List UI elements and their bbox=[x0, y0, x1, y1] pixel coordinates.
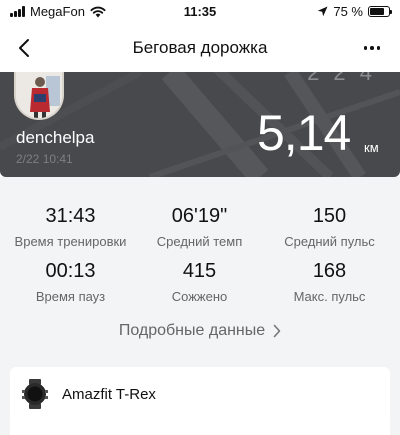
next-card bbox=[10, 421, 390, 435]
stat-value: 06'19" bbox=[171, 205, 228, 227]
stat-label: Средний темп bbox=[156, 234, 243, 249]
stat-training-time: 31:43 Время тренировки bbox=[4, 205, 137, 249]
device-name: Amazfit T-Rex bbox=[62, 386, 156, 403]
details-link[interactable]: Подробные данные bbox=[0, 322, 400, 340]
stat-max-heart-rate: 168 Макс. пульс bbox=[263, 260, 396, 304]
status-bar: MegaFon 11:35 75 % bbox=[0, 0, 400, 24]
details-link-label: Подробные данные bbox=[118, 322, 266, 339]
page-title: Беговая дорожка bbox=[132, 38, 268, 57]
stat-label: Время тренировки bbox=[14, 234, 127, 249]
device-card[interactable]: Amazfit T-Rex bbox=[10, 367, 390, 427]
device-section: Amazfit T-Rex bbox=[0, 359, 400, 435]
cropped-text: 2 2 4 bbox=[307, 72, 376, 85]
signal-icon bbox=[10, 6, 25, 17]
stat-label: Сожжено bbox=[171, 289, 228, 304]
carrier-name: MegaFon bbox=[30, 4, 85, 19]
stat-value: 00:13 bbox=[45, 260, 96, 282]
stat-average-heart-rate: 150 Средний пульс bbox=[263, 205, 396, 249]
chevron-right-icon bbox=[273, 324, 281, 338]
distance-value: 5,14 bbox=[257, 105, 351, 161]
battery-fill bbox=[370, 8, 384, 15]
more-icon bbox=[363, 46, 368, 50]
stat-label: Время пауз bbox=[35, 289, 106, 304]
workout-date: 2/22 10:41 bbox=[16, 152, 73, 166]
battery-percent: 75 % bbox=[333, 4, 363, 19]
username: denchelpa bbox=[16, 128, 95, 147]
stat-value: 31:43 bbox=[45, 205, 96, 227]
stats-panel: 31:43 Время тренировки 06'19" Средний те… bbox=[0, 177, 400, 359]
stat-value: 150 bbox=[312, 205, 347, 227]
status-left: MegaFon bbox=[10, 4, 106, 19]
wifi-icon bbox=[90, 6, 106, 17]
location-arrow-icon bbox=[318, 6, 328, 17]
nav-bar: Беговая дорожка bbox=[0, 24, 400, 72]
stat-calories: 415 Сожжено bbox=[133, 260, 266, 304]
battery-icon bbox=[368, 6, 392, 17]
stat-label: Макс. пульс bbox=[293, 289, 366, 304]
more-button[interactable] bbox=[358, 34, 386, 62]
distance-unit: км bbox=[364, 140, 379, 155]
stat-value: 168 bbox=[312, 260, 347, 282]
stat-average-pace: 06'19" Средний темп bbox=[133, 205, 266, 249]
stat-pause-time: 00:13 Время пауз bbox=[4, 260, 137, 304]
stat-value: 415 bbox=[182, 260, 217, 282]
watch-icon bbox=[22, 379, 48, 409]
stat-label: Средний пульс bbox=[284, 234, 375, 249]
status-right: 75 % bbox=[317, 4, 392, 19]
workout-summary-card: 2 2 4 denchelpa 2/22 10:41 5,14 км bbox=[0, 72, 400, 177]
avatar[interactable] bbox=[14, 72, 64, 120]
